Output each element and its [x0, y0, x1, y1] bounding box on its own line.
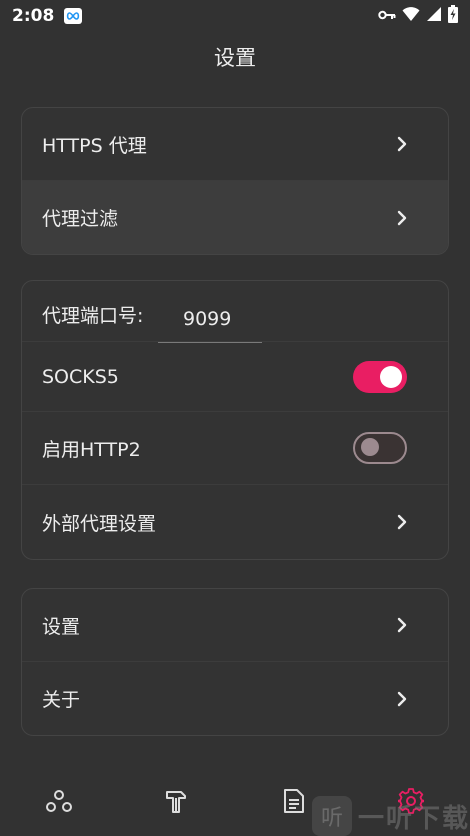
port-input[interactable] [158, 281, 262, 343]
http2-label: 启用HTTP2 [42, 438, 141, 461]
bottom-nav [0, 766, 470, 836]
vpn-key-icon [378, 6, 396, 26]
toggle-knob [380, 365, 402, 388]
chevron-right-icon [397, 691, 407, 706]
proxy-card: HTTPS 代理 代理过滤 [21, 107, 449, 255]
port-row: 代理端口号: [22, 281, 448, 343]
nav-tools[interactable] [118, 766, 236, 836]
port-label: 代理端口号: [42, 305, 144, 327]
nav-settings[interactable] [353, 766, 470, 836]
nav-document[interactable] [235, 766, 353, 836]
settings-gear-icon [398, 788, 425, 814]
proxy-filter-label: 代理过滤 [42, 208, 119, 230]
chevron-right-icon [397, 617, 407, 633]
chevron-right-icon [397, 514, 407, 530]
network-icon [45, 790, 72, 812]
proxy-settings-card: 代理端口号: SOCKS5 启用HTTP2 外部代理设置 [21, 280, 449, 560]
about-item[interactable]: 关于 [22, 662, 448, 735]
signal-icon [426, 6, 442, 27]
status-time: 2:08 [12, 6, 55, 26]
document-icon [283, 789, 304, 813]
settings-label: 设置 [42, 615, 81, 638]
https-proxy-item[interactable]: HTTPS 代理 [22, 108, 448, 181]
page-title: 设置 [214, 46, 256, 70]
external-proxy-item[interactable]: 外部代理设置 [22, 485, 448, 559]
chevron-right-icon [397, 136, 407, 152]
settings-item[interactable]: 设置 [22, 589, 448, 662]
socks5-label: SOCKS5 [42, 365, 119, 388]
chevron-right-icon [397, 210, 407, 225]
http2-toggle[interactable] [353, 432, 407, 464]
status-bar: 2:08 [0, 0, 470, 32]
proxy-filter-item[interactable]: 代理过滤 [22, 181, 448, 254]
nav-network[interactable] [0, 766, 118, 836]
socks5-toggle[interactable] [353, 360, 407, 393]
toggle-knob [361, 438, 379, 456]
infinity-app-icon [64, 8, 83, 24]
tools-icon [166, 791, 187, 813]
battery-charging-icon [448, 4, 458, 28]
wifi-icon [402, 6, 420, 27]
external-proxy-label: 外部代理设置 [42, 512, 157, 535]
about-label: 关于 [42, 689, 81, 711]
general-card: 设置 关于 [21, 588, 449, 736]
http2-row: 启用HTTP2 [22, 412, 448, 485]
https-proxy-label: HTTPS 代理 [42, 134, 147, 157]
socks5-row: SOCKS5 [22, 342, 448, 412]
